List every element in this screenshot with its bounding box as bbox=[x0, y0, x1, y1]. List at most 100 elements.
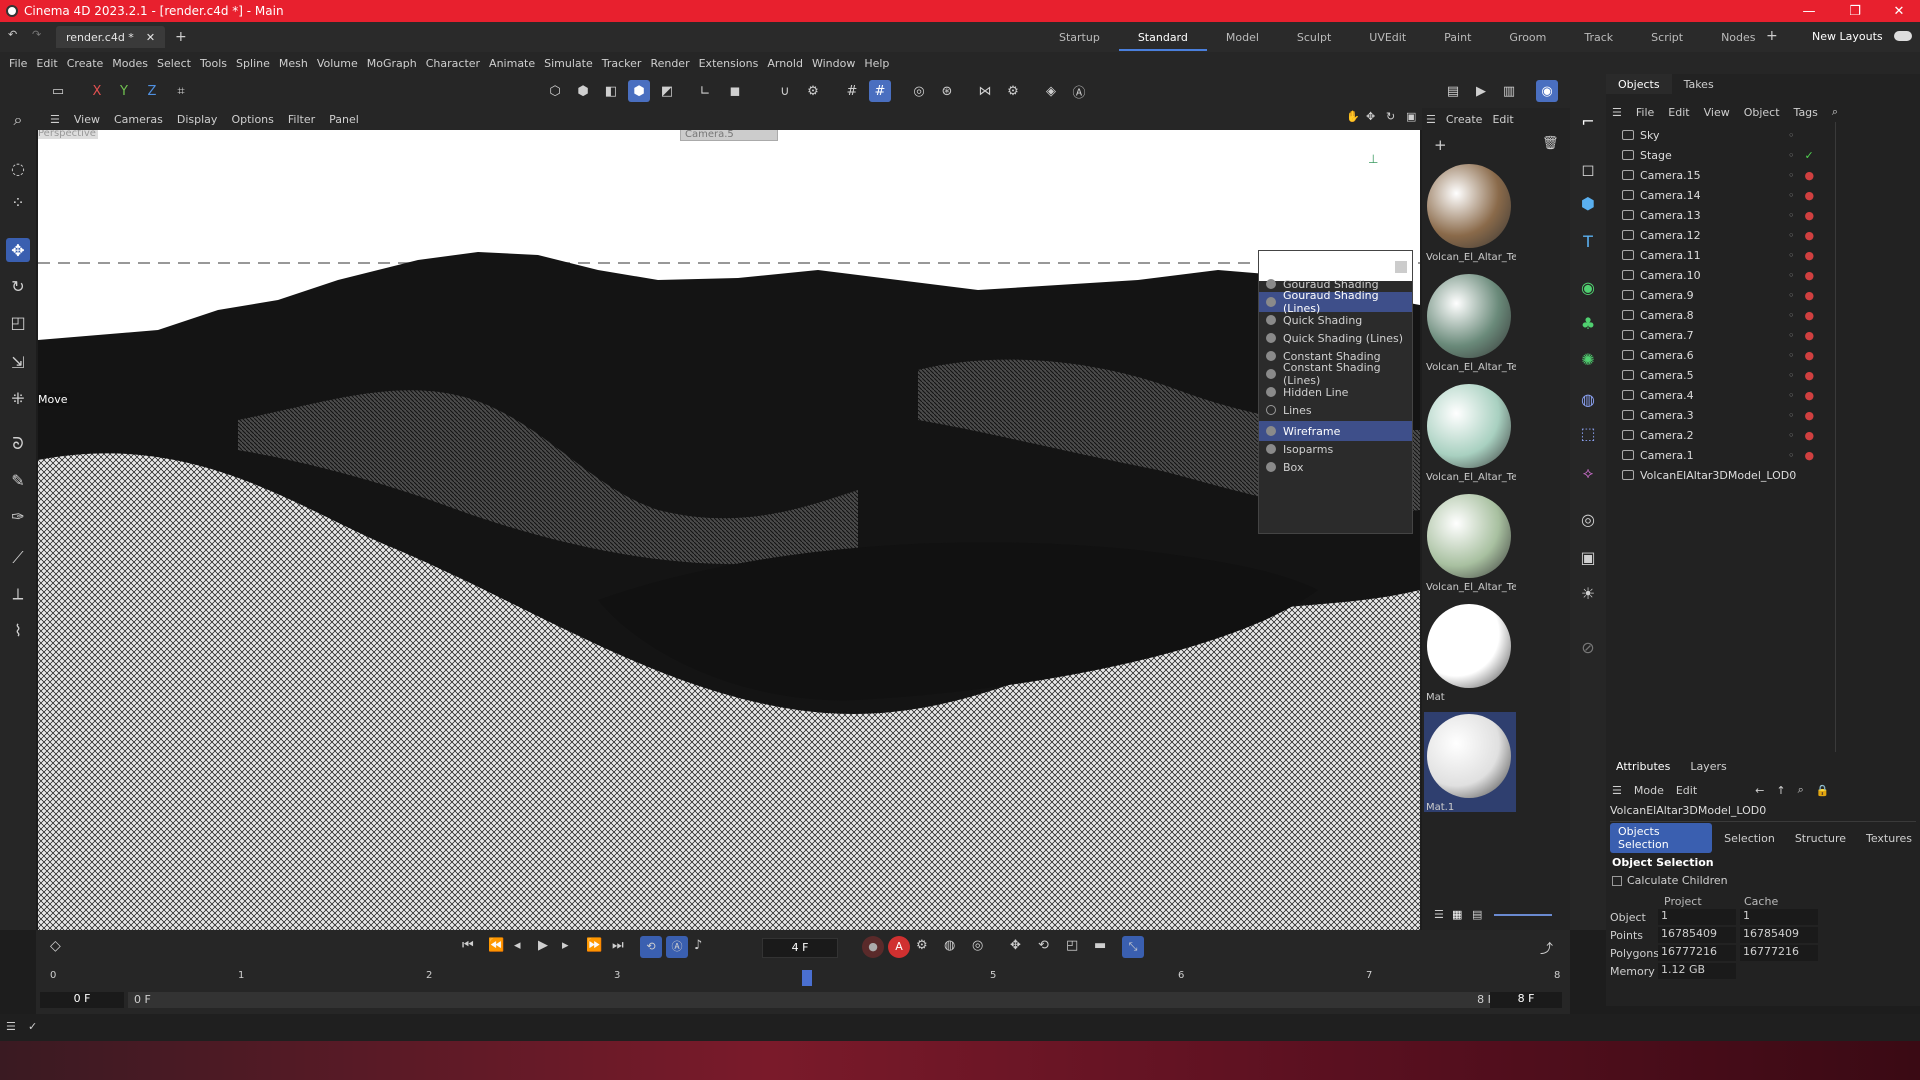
interactive-render-icon[interactable]: ◉ bbox=[1536, 80, 1558, 102]
autokey-mode-icon[interactable]: Ⓐ bbox=[666, 936, 688, 958]
attr-subtab[interactable]: Selection bbox=[1716, 830, 1783, 847]
menu-animate[interactable]: Animate bbox=[489, 57, 543, 70]
material-swatch[interactable]: Volcan_El_Altar_Te bbox=[1424, 382, 1516, 483]
object-row[interactable]: Sky ◦ bbox=[1606, 125, 1920, 145]
document-tab[interactable]: render.c4d * ✕ bbox=[56, 26, 166, 48]
attr-subtab[interactable]: Textures bbox=[1858, 830, 1920, 847]
render-view-icon[interactable]: ▤ bbox=[1442, 80, 1464, 102]
status-menu-icon[interactable]: ☰ bbox=[6, 1020, 16, 1033]
next-frame-icon[interactable]: ▸ bbox=[562, 938, 569, 953]
edit-render-settings-icon[interactable]: ▥ bbox=[1498, 80, 1520, 102]
camera-tag-icon[interactable]: ● bbox=[1805, 249, 1815, 262]
tab-takes[interactable]: Takes bbox=[1672, 78, 1726, 91]
camera-tag-icon[interactable]: ● bbox=[1805, 429, 1815, 442]
sound-icon[interactable]: ♪ bbox=[694, 938, 702, 953]
menu-volume[interactable]: Volume bbox=[317, 57, 366, 70]
select-icon[interactable]: ◌ bbox=[6, 156, 30, 180]
keyframe-icon[interactable]: ◇ bbox=[50, 938, 61, 954]
live-selection-icon[interactable]: ⁘ bbox=[6, 190, 30, 214]
light-icon[interactable]: ☀ bbox=[1575, 580, 1601, 606]
current-frame-field[interactable]: 4 F bbox=[762, 938, 838, 958]
previous-key-icon[interactable]: ⏪ bbox=[488, 938, 504, 953]
delete-material-icon[interactable]: 🗑 bbox=[1542, 136, 1559, 151]
object-row[interactable]: Camera.15 ◦ ● bbox=[1606, 165, 1920, 185]
zoom-icon[interactable]: ⌕ bbox=[6, 108, 30, 132]
arnold-render-icon[interactable]: Ⓐ bbox=[1068, 80, 1090, 102]
add-material-icon[interactable]: + bbox=[1434, 136, 1447, 154]
tab-objects[interactable]: Objects bbox=[1606, 74, 1672, 94]
calculate-children-checkbox[interactable] bbox=[1612, 875, 1622, 886]
next-key-icon[interactable]: ⏩ bbox=[586, 938, 602, 953]
undo-icon[interactable]: ↶ bbox=[8, 28, 17, 41]
arnold-icon[interactable]: ◈ bbox=[1040, 80, 1062, 102]
spline-icon[interactable]: ⬚ bbox=[1575, 420, 1601, 446]
menu-mograph[interactable]: MoGraph bbox=[367, 57, 425, 70]
object-row[interactable]: Camera.14 ◦ ● bbox=[1606, 185, 1920, 205]
y-axis-button[interactable]: Y bbox=[113, 80, 135, 102]
interpolation-icon[interactable]: ⤡ bbox=[1122, 936, 1144, 958]
paint-icon[interactable]: ✎ bbox=[6, 468, 30, 492]
tab-attributes[interactable]: Attributes bbox=[1606, 760, 1680, 773]
viewport-menu-panel[interactable]: Panel bbox=[329, 113, 359, 126]
checkmark-icon[interactable]: ✓ bbox=[1805, 149, 1814, 162]
thumbnail-size-slider[interactable] bbox=[1494, 914, 1552, 916]
model-mode-icon[interactable]: ⬢ bbox=[628, 80, 650, 102]
object-row[interactable]: Camera.12 ◦ ● bbox=[1606, 225, 1920, 245]
layout-tab-sculpt[interactable]: Sculpt bbox=[1278, 31, 1350, 44]
object-row[interactable]: Camera.11 ◦ ● bbox=[1606, 245, 1920, 265]
attributes-menu-mode[interactable]: Mode bbox=[1634, 784, 1664, 797]
layout-tab-groom[interactable]: Groom bbox=[1490, 31, 1565, 44]
layout-tab-model[interactable]: Model bbox=[1207, 31, 1278, 44]
camera-tag-icon[interactable]: ● bbox=[1805, 189, 1815, 202]
object-row[interactable]: Camera.8 ◦ ● bbox=[1606, 305, 1920, 325]
menu-file[interactable]: File bbox=[9, 57, 35, 70]
object-row[interactable]: Camera.6 ◦ ● bbox=[1606, 345, 1920, 365]
pan-icon[interactable]: ✋ bbox=[1346, 110, 1360, 123]
material-menu-create[interactable]: Create bbox=[1446, 113, 1483, 126]
camera-tag-icon[interactable]: ● bbox=[1805, 269, 1815, 282]
keyframe-settings-icon[interactable]: ⚙ bbox=[916, 938, 928, 953]
menu-tracker[interactable]: Tracker bbox=[602, 57, 650, 70]
viewport[interactable]: Perspective Camera.5 Move ⊥ bbox=[38, 130, 1420, 930]
menu-extensions[interactable]: Extensions bbox=[699, 57, 767, 70]
menu-create[interactable]: Create bbox=[67, 57, 112, 70]
layout-tab-uvedit[interactable]: UVEdit bbox=[1350, 31, 1425, 44]
objects-menu-view[interactable]: View bbox=[1704, 106, 1730, 119]
viewport-menu-display[interactable]: Display bbox=[177, 113, 218, 126]
menu-arnold[interactable]: Arnold bbox=[767, 57, 811, 70]
redo-icon[interactable]: ↷ bbox=[32, 28, 41, 41]
knife-icon[interactable]: ⌇ bbox=[6, 618, 30, 642]
shading-option[interactable]: Quick Shading bbox=[1259, 310, 1412, 330]
visibility-icon[interactable]: ◦ bbox=[1788, 289, 1795, 302]
visibility-icon[interactable]: ◦ bbox=[1788, 429, 1795, 442]
visibility-icon[interactable]: ◦ bbox=[1788, 249, 1795, 262]
material-swatch[interactable]: Mat bbox=[1424, 602, 1516, 703]
playhead[interactable] bbox=[802, 970, 812, 986]
mode-icon[interactable]: ⌐ bbox=[1575, 108, 1601, 134]
object-row[interactable]: Camera.10 ◦ ● bbox=[1606, 265, 1920, 285]
visibility-icon[interactable]: ◦ bbox=[1788, 269, 1795, 282]
render-to-picture-icon[interactable]: ▶ bbox=[1470, 80, 1492, 102]
visibility-icon[interactable]: ◦ bbox=[1788, 469, 1795, 482]
visibility-icon[interactable]: ◦ bbox=[1788, 449, 1795, 462]
objects-menu-object[interactable]: Object bbox=[1744, 106, 1780, 119]
material-menu-icon[interactable]: ☰ bbox=[1426, 113, 1436, 126]
camera-tag-icon[interactable]: ● bbox=[1805, 329, 1815, 342]
attributes-menu-icon[interactable]: ☰ bbox=[1612, 784, 1622, 797]
play-icon[interactable]: ▶ bbox=[538, 938, 548, 953]
visibility-icon[interactable]: ◦ bbox=[1788, 209, 1795, 222]
menu-select[interactable]: Select bbox=[157, 57, 199, 70]
camera-tag-icon[interactable]: ● bbox=[1805, 229, 1815, 242]
environment-icon[interactable]: ◎ bbox=[1575, 506, 1601, 532]
visibility-icon[interactable]: ◦ bbox=[1788, 189, 1795, 202]
key-rotation-icon[interactable]: ◎ bbox=[972, 938, 983, 953]
key-position-icon[interactable]: ◍ bbox=[944, 938, 955, 953]
edges-mode-icon[interactable]: ⬢ bbox=[572, 80, 594, 102]
object-row[interactable]: Camera.7 ◦ ● bbox=[1606, 325, 1920, 345]
menu-edit[interactable]: Edit bbox=[36, 57, 65, 70]
polygons-mode-icon[interactable]: ◧ bbox=[600, 80, 622, 102]
material-swatch[interactable]: Volcan_El_Altar_Te bbox=[1424, 492, 1516, 593]
solo-icon[interactable]: ◼ bbox=[724, 80, 746, 102]
command-palette-icon[interactable]: ▭ bbox=[47, 80, 69, 102]
menu-modes[interactable]: Modes bbox=[112, 57, 156, 70]
